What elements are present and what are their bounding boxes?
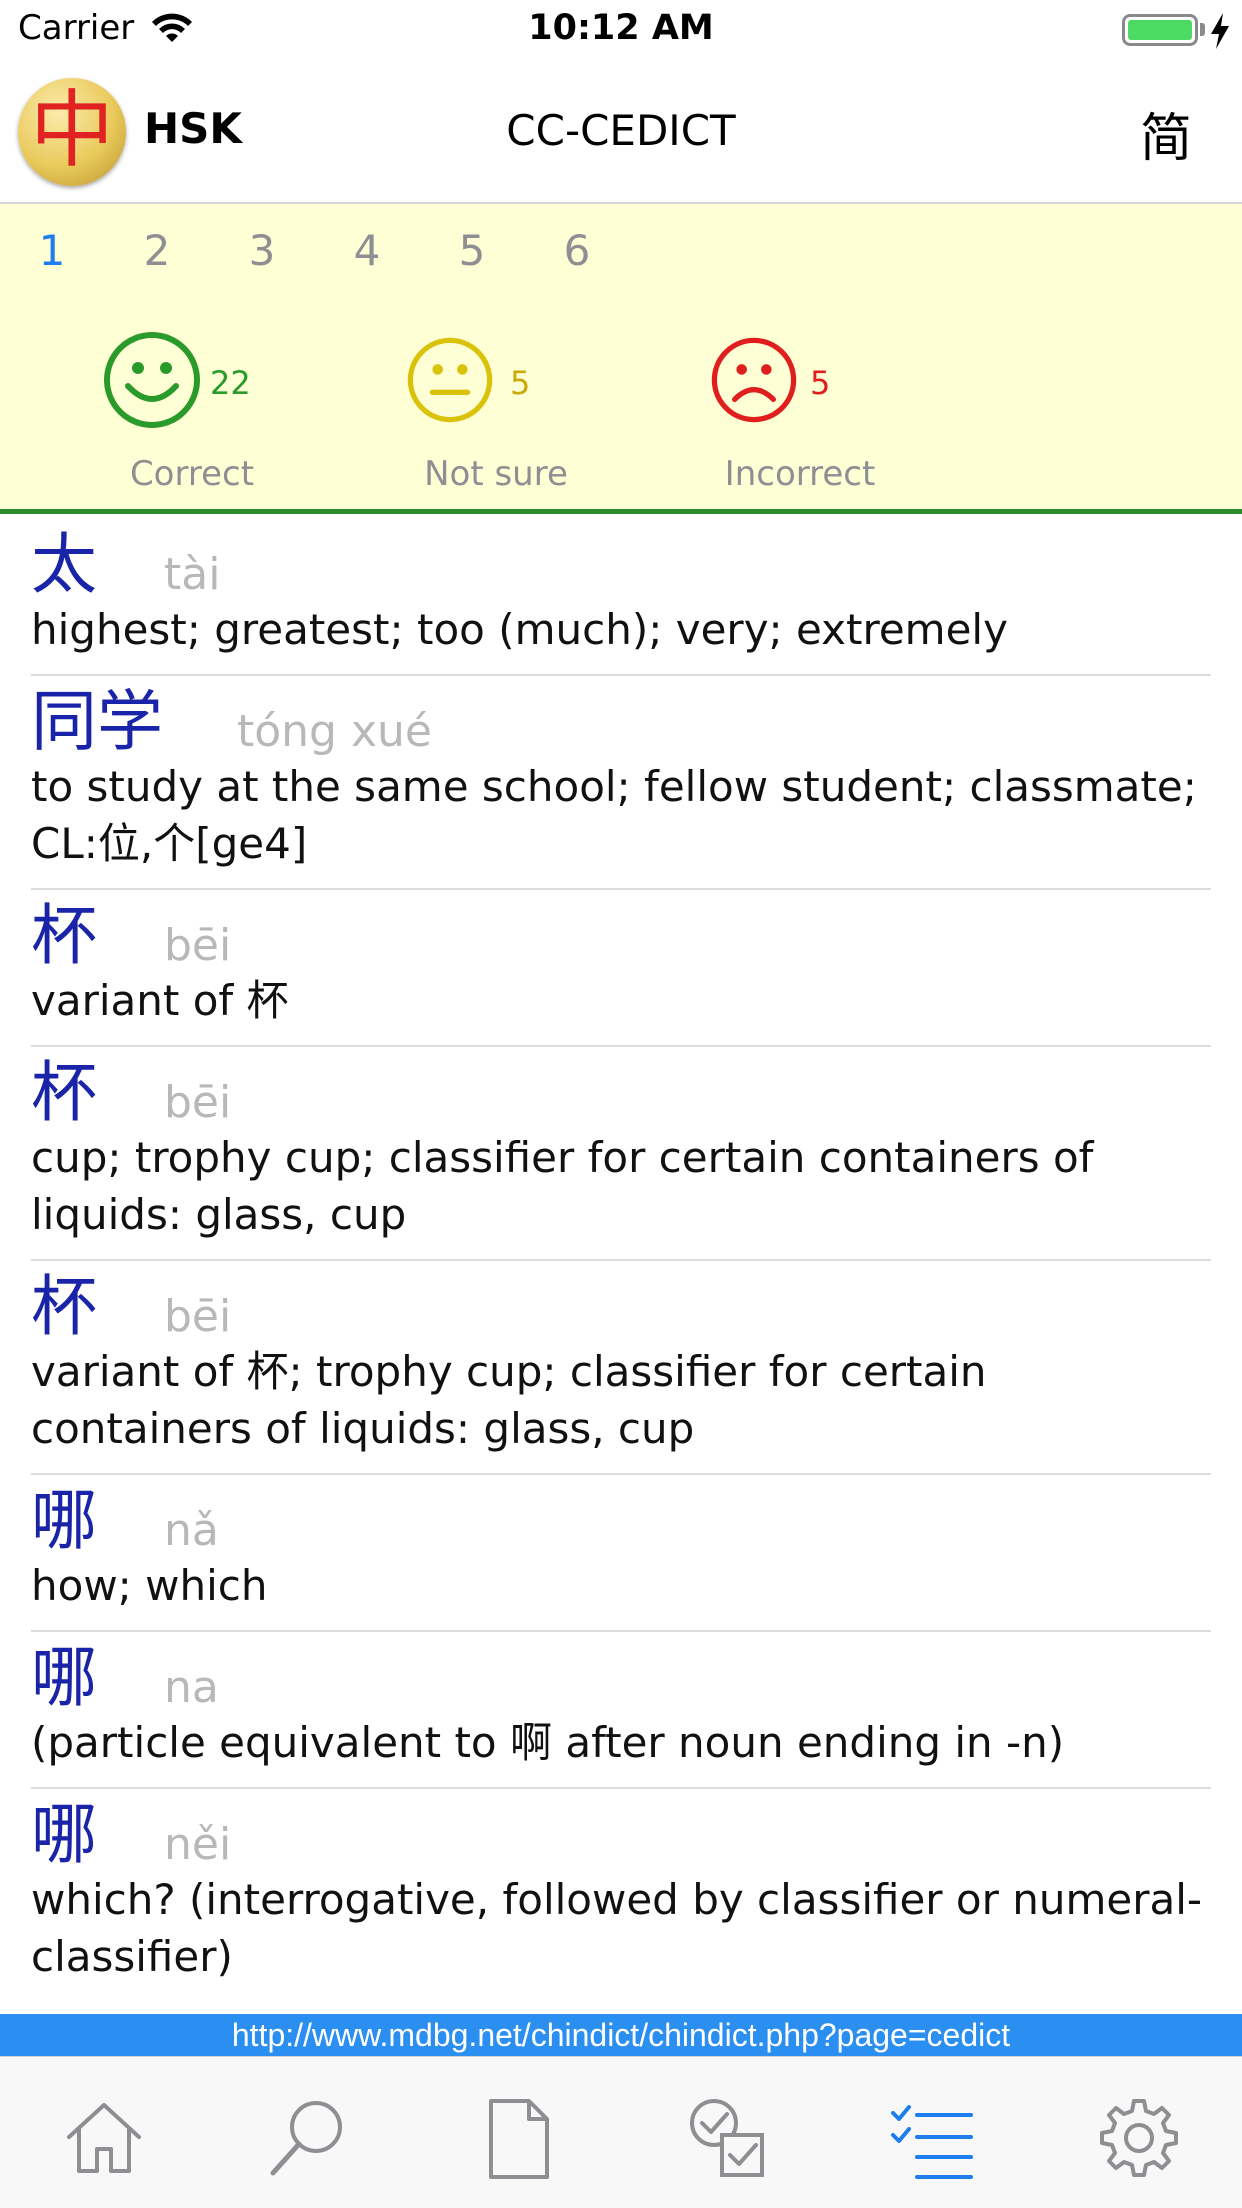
neutral-face-icon: [407, 337, 493, 423]
checklist-icon: [891, 2105, 973, 2179]
list-item[interactable]: 哪 něi which? (interrogative, followed by…: [31, 1789, 1211, 2001]
entry-definition: cup; trophy cup; classifier for certain …: [31, 1133, 1094, 1239]
incorrect-label: Incorrect: [724, 454, 876, 494]
tab-word-list[interactable]: [887, 2093, 977, 2183]
list-item[interactable]: 杯 bēi variant of 杯: [31, 890, 1211, 1047]
incorrect-count: 5: [810, 364, 831, 402]
quiz-check-icon: [690, 2099, 764, 2177]
tab-bar: [0, 2056, 1242, 2208]
correct-count: 22: [210, 364, 251, 402]
source-url-link[interactable]: http://www.mdbg.net/chindict/chindict.ph…: [0, 2014, 1242, 2056]
list-item[interactable]: 哪 nǎ how; which: [31, 1475, 1211, 1632]
entry-pinyin: tóng xué: [237, 706, 432, 757]
entry-hanzi: 杯: [31, 1054, 97, 1131]
tab-documents[interactable]: [473, 2093, 563, 2183]
tab-search[interactable]: [263, 2093, 353, 2183]
entry-definition: variant of 杯: [31, 976, 289, 1025]
entry-definition: (particle equivalent to 啊 after noun end…: [31, 1718, 1065, 1767]
incorrect-stat[interactable]: 5 Incorrect: [710, 336, 1010, 506]
level-tab-1[interactable]: 1: [22, 226, 82, 275]
tab-quiz[interactable]: [680, 2093, 770, 2183]
level-tab-2[interactable]: 2: [127, 226, 187, 275]
entry-pinyin: nǎ: [164, 1505, 219, 1556]
list-item[interactable]: 杯 bēi cup; trophy cup; classifier for ce…: [31, 1047, 1211, 1261]
home-icon: [67, 2103, 141, 2173]
entry-pinyin: bēi: [164, 920, 232, 971]
entry-hanzi: 同学: [31, 683, 163, 760]
not-sure-count: 5: [510, 364, 531, 402]
document-icon: [489, 2099, 549, 2179]
battery-level: [1128, 20, 1192, 40]
sad-face-icon: [711, 337, 797, 423]
battery-tip: [1200, 23, 1205, 36]
status-bar: Carrier 10:12 AM: [0, 0, 1242, 62]
entry-pinyin: tài: [164, 549, 221, 600]
list-item[interactable]: 太 tài highest; greatest; too (much); ver…: [31, 519, 1211, 676]
gear-icon: [1100, 2099, 1178, 2177]
battery-icon: [1122, 14, 1198, 46]
page-title: CC-CEDICT: [506, 106, 736, 155]
tab-home[interactable]: [59, 2093, 149, 2183]
not-sure-stat[interactable]: 5 Not sure: [406, 336, 706, 506]
entry-pinyin: bēi: [164, 1077, 232, 1128]
level-selector: 1 2 3 4 5 6: [0, 226, 1242, 286]
entry-hanzi: 杯: [31, 1268, 97, 1345]
clock: 10:12 AM: [528, 8, 714, 48]
entry-pinyin: na: [164, 1662, 219, 1713]
list-item[interactable]: 同学 tóng xué to study at the same school;…: [31, 676, 1211, 890]
entry-hanzi: 哪: [31, 1482, 97, 1559]
correct-stat[interactable]: 22 Correct: [102, 330, 402, 500]
correct-label: Correct: [129, 454, 255, 494]
entry-hanzi: 太: [31, 526, 97, 603]
level-tab-6[interactable]: 6: [547, 226, 607, 275]
hsk-level-panel: 1 2 3 4 5 6 22 Correct 5 Not sure 5 Inco…: [0, 204, 1242, 514]
entry-hanzi: 哪: [31, 1639, 97, 1716]
search-icon: [270, 2101, 342, 2176]
level-tab-4[interactable]: 4: [337, 226, 397, 275]
entry-definition: to study at the same school; fellow stud…: [31, 762, 1197, 868]
entry-pinyin: bēi: [164, 1291, 232, 1342]
level-tab-3[interactable]: 3: [232, 226, 292, 275]
charging-bolt-icon: [1211, 13, 1229, 49]
entry-list[interactable]: 太 tài highest; greatest; too (much); ver…: [0, 519, 1242, 2015]
entry-definition: which? (interrogative, followed by class…: [31, 1875, 1203, 1981]
list-item[interactable]: 杯 bēi variant of 杯; trophy cup; classifi…: [31, 1261, 1211, 1475]
entry-hanzi: 杯: [31, 897, 97, 974]
script-toggle-button[interactable]: 简: [1140, 96, 1192, 171]
tab-settings[interactable]: [1094, 2093, 1184, 2183]
list-item[interactable]: 哪 na (particle equivalent to 啊 after nou…: [31, 1632, 1211, 1789]
entry-definition: variant of 杯; trophy cup; classifier for…: [31, 1347, 987, 1453]
entry-definition: how; which: [31, 1561, 268, 1610]
entry-hanzi: 哪: [31, 1796, 97, 1873]
not-sure-label: Not sure: [424, 454, 568, 494]
navigation-bar: 中 HSK CC-CEDICT 简: [0, 62, 1242, 204]
level-tab-5[interactable]: 5: [442, 226, 502, 275]
entry-definition: highest; greatest; too (much); very; ext…: [31, 605, 1008, 654]
entry-pinyin: něi: [164, 1819, 232, 1870]
smiley-face-icon: [104, 332, 200, 428]
